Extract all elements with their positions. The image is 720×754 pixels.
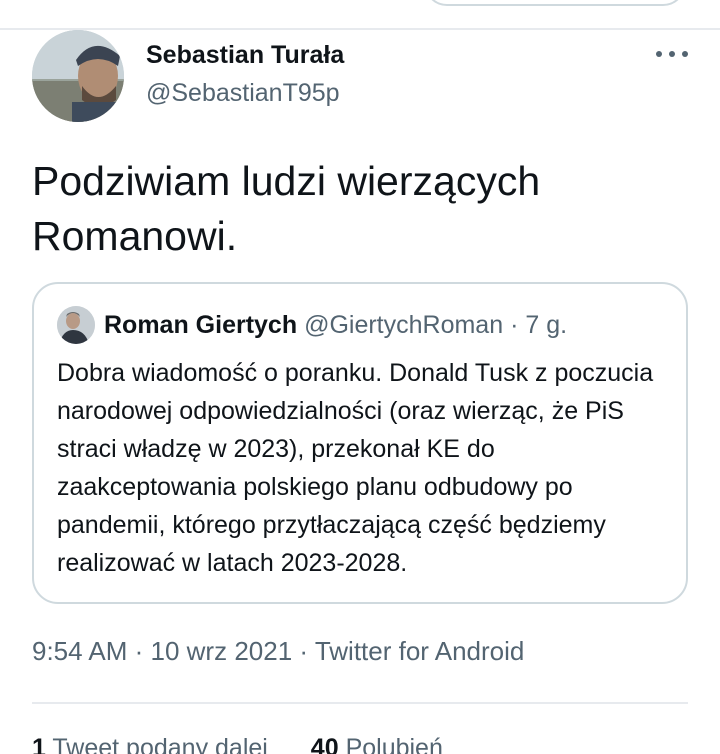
likes-label: Polubień [345, 734, 443, 754]
quoted-tweet-header: Roman Giertych @GiertychRoman · 7 g. [104, 310, 567, 340]
bottom-divider [32, 702, 688, 704]
top-pill-button[interactable] [424, 0, 686, 6]
more-dot [669, 51, 675, 57]
more-dot [656, 51, 662, 57]
quoted-author-handle[interactable]: @GiertychRoman [304, 311, 503, 339]
tweet-stats: 1 Tweet podany dalej 40 Polubień [32, 734, 479, 754]
retweets-stat[interactable]: 1 Tweet podany dalej [32, 734, 268, 754]
tweet-header: Sebastian Turała @SebastianT95p [32, 30, 688, 122]
quoted-tweet-text: Dobra wiadomość o poranku. Donald Tusk z… [57, 359, 654, 577]
tweet-date[interactable]: 10 wrz 2021 [151, 636, 293, 666]
tweet-detail-page: Sebastian Turała @SebastianT95p Podziwia… [0, 0, 720, 754]
meta-separator: · [127, 636, 151, 666]
tweet-text: Podziwiam ludzi wierzących Romanowi. [32, 158, 541, 259]
more-dot [682, 51, 688, 57]
more-horizontal-icon[interactable] [656, 44, 688, 64]
quoted-tweet-card[interactable]: Roman Giertych @GiertychRoman · 7 g. Dob… [32, 282, 688, 604]
avatar-photo [32, 30, 124, 122]
tweet-source: Twitter for Android [314, 636, 525, 666]
tweet-meta: 9:54 AM · 10 wrz 2021 · Twitter for Andr… [32, 636, 524, 667]
quoted-time[interactable]: 7 g. [525, 311, 567, 339]
author-handle[interactable]: @SebastianT95p [146, 79, 340, 108]
quoted-author-avatar [57, 306, 95, 344]
author-avatar[interactable] [32, 30, 124, 122]
retweets-count: 1 [32, 734, 46, 754]
quoted-avatar-photo [57, 306, 95, 344]
tweet-time[interactable]: 9:54 AM [32, 636, 127, 666]
quoted-separator: · [503, 311, 526, 339]
quoted-author-display-name[interactable]: Roman Giertych [104, 311, 297, 339]
likes-count: 40 [310, 734, 339, 754]
retweets-label: Tweet podany dalej [52, 734, 268, 754]
likes-stat[interactable]: 40 Polubień [311, 734, 443, 754]
author-display-name[interactable]: Sebastian Turała [146, 41, 344, 70]
meta-separator: · [292, 636, 315, 666]
